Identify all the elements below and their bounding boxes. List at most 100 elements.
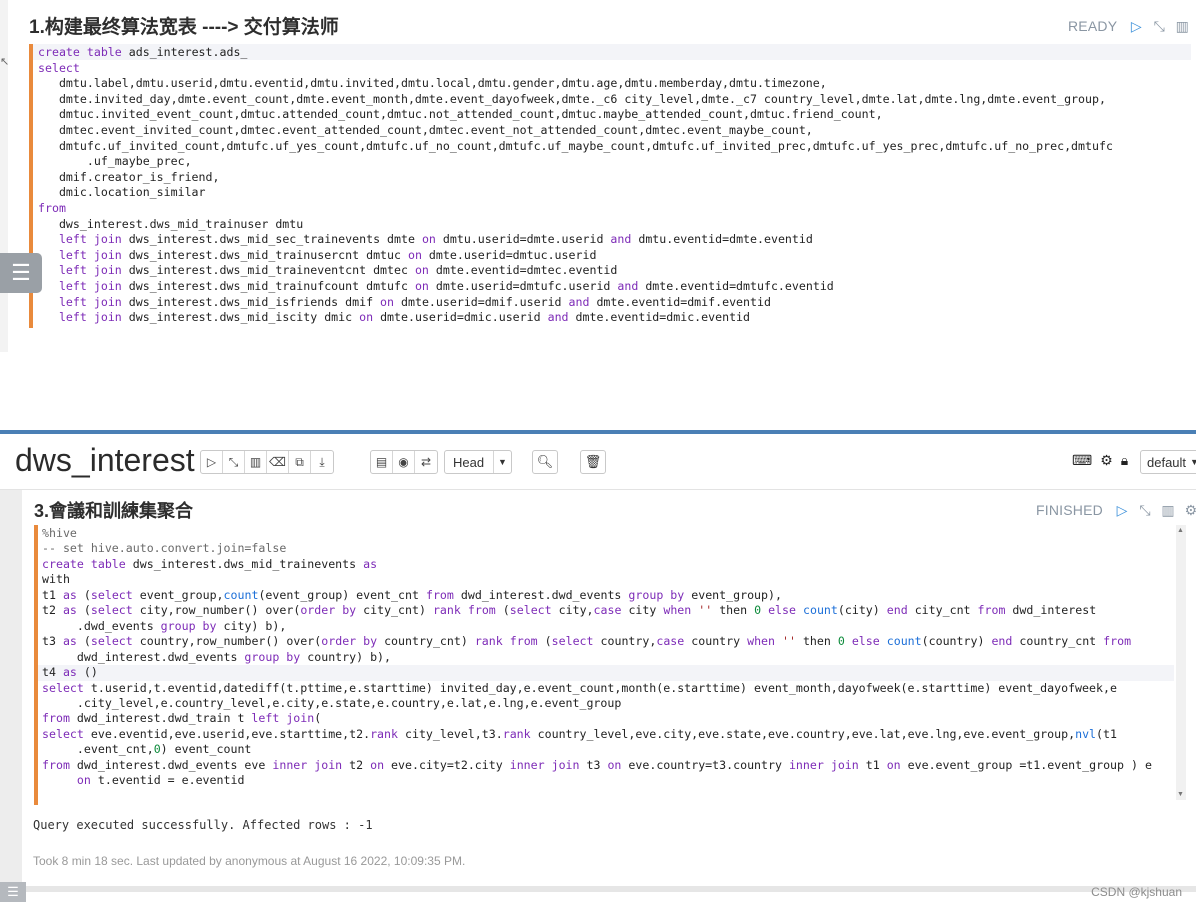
code-token-str: '': [782, 634, 803, 649]
code-token-fn: nvl: [1075, 726, 1097, 741]
interpreter-mode-select[interactable]: default ▼: [1140, 450, 1196, 474]
code-token-kw: case: [593, 603, 629, 618]
notebook-icon[interactable]: ▤: [371, 451, 393, 473]
code-token-kw: from: [425, 587, 461, 602]
sql-code[interactable]: %hive -- set hive.auto.convert.join=false…: [42, 526, 1152, 789]
code-token: dws_interest.dws_mid_traineventcnt dmtec: [128, 263, 415, 278]
paragraph-training-aggregate: 3.會議和訓練集聚合 FINISHED ▷ ⤡ ▥ ⚙ %hive -- set …: [22, 490, 1196, 892]
code-token-kw: as: [62, 587, 84, 602]
code-line: dmic.location_similar: [38, 185, 1113, 201]
code-token: dws_interest.dws_mid_trainusercnt dmtuc: [128, 247, 408, 262]
trash-icon[interactable]: 🗑︎: [580, 450, 606, 474]
code-token: country,row_number() over(: [139, 634, 322, 649]
code-token-kw: select: [42, 680, 91, 695]
code-token-str: '': [698, 603, 720, 618]
gear-icon[interactable]: ⚙: [1100, 452, 1113, 469]
book-icon[interactable]: ▥: [245, 451, 267, 473]
clone-icon[interactable]: ⧉: [289, 451, 311, 473]
code-token: city_cnt): [363, 603, 433, 618]
code-token-kw: order by: [300, 603, 364, 618]
paragraph-status: READY: [1068, 18, 1118, 34]
code-token-num: 0: [837, 634, 852, 649]
code-token: (: [314, 711, 322, 726]
code-editor[interactable]: %hive -- set hive.auto.convert.join=false…: [34, 525, 1186, 805]
collapse-icon[interactable]: ⤡: [1151, 18, 1167, 34]
execution-info: Took 8 min 18 sec. Last updated by anony…: [33, 854, 466, 868]
code-line: select eve.eventid,eve.userid,eve.startt…: [42, 727, 1152, 742]
gear-icon[interactable]: ⚙: [1183, 502, 1196, 518]
code-token-kw: on: [421, 232, 443, 247]
code-token-kw: group by: [244, 649, 308, 664]
version-toolbar: ▤ ◉ ⇄: [370, 450, 438, 474]
head-revision-select[interactable]: Head ▼: [444, 450, 512, 474]
play-icon[interactable]: ▷: [1114, 502, 1130, 518]
sql-code[interactable]: create table ads_interest.ads_ select dmt…: [38, 45, 1113, 326]
code-token: .city_level,e.country_level,e.city,e.sta…: [42, 695, 622, 710]
notebook-title[interactable]: dws_interest: [15, 442, 195, 479]
code-token-kw: when: [747, 634, 782, 649]
code-token-kw: rank: [370, 726, 405, 741]
code-token: (: [83, 587, 91, 602]
code-token-kw: inner join: [272, 757, 350, 772]
paragraph-status: FINISHED: [1036, 502, 1103, 518]
left-gutter: [0, 0, 8, 352]
code-token: then: [719, 603, 755, 618]
paragraph-title: 1.构建最终算法宽表 ----> 交付算法师: [29, 17, 339, 38]
code-token-kw: left join: [58, 232, 129, 247]
code-token: t3: [586, 757, 608, 772]
code-token: country_level,eve.city,eve.state,eve.cou…: [537, 726, 1076, 741]
code-token: dmte.userid=dmtuc.userid: [428, 247, 597, 262]
code-token-kw: case: [656, 634, 692, 649]
keyboard-icon[interactable]: ⌨: [1072, 452, 1092, 469]
code-token: (: [502, 603, 510, 618]
code-token-kw: create table: [42, 556, 133, 571]
code-token: (event_group) event_cnt: [258, 587, 426, 602]
code-token-kw: and: [610, 232, 639, 247]
collapse-icon[interactable]: ⤡: [1137, 502, 1153, 518]
code-token: .event_cnt,: [42, 742, 154, 757]
export-icon[interactable]: ⤓: [311, 451, 333, 473]
code-token-num: 0: [754, 603, 769, 618]
menu-icon[interactable]: ☰: [0, 882, 26, 902]
collapse-icon[interactable]: ⤡: [223, 451, 245, 473]
code-token-kw: and: [547, 310, 576, 325]
code-token: ads_interest.ads_: [128, 45, 248, 59]
play-icon[interactable]: ▷: [201, 451, 223, 473]
menu-icon[interactable]: ☰: [0, 253, 42, 293]
code-token: dmte.userid=dmif.userid: [401, 294, 569, 309]
code-line: left join dws_interest.dws_mid_sec_train…: [38, 232, 1113, 248]
code-token: dwd_interest.dwd_events eve: [76, 757, 273, 772]
circle-icon[interactable]: ◉: [393, 451, 415, 473]
code-token: dmte.userid=dmtufc.userid: [435, 278, 618, 293]
code-token-kw: from: [977, 603, 1013, 618]
scroll-down-icon[interactable]: ▼: [1177, 791, 1184, 798]
chevron-down-icon: ▼: [1190, 457, 1196, 467]
code-editor[interactable]: create table ads_interest.ads_ select dmt…: [29, 44, 1191, 328]
eraser-icon[interactable]: ⌫: [267, 451, 289, 473]
search-icon[interactable]: 🔍︎: [532, 450, 558, 474]
code-token: dmtuc.invited_event_count,dmtuc.attended…: [38, 107, 883, 122]
swap-icon[interactable]: ⇄: [415, 451, 437, 473]
chevron-down-icon: ▼: [493, 451, 511, 473]
lock-icon[interactable]: 🔒︎: [1121, 452, 1128, 469]
code-token: country_cnt: [1019, 634, 1104, 649]
code-line: left join dws_interest.dws_mid_iscity dm…: [38, 310, 1113, 326]
mouse-cursor-icon: ↖: [0, 56, 10, 68]
code-token: eve.event_group =t1.event_group ) e: [907, 757, 1152, 772]
query-result: Query executed successfully. Affected ro…: [33, 818, 373, 832]
book-icon[interactable]: ▥: [1174, 18, 1190, 34]
code-token: t4: [42, 665, 63, 680]
code-line: .dwd_events group by city) b),: [42, 619, 1152, 634]
code-token: dmtu.eventid=dmte.eventid: [638, 232, 813, 247]
code-line: t2 as (select city,row_number() over(ord…: [42, 603, 1152, 618]
code-token: dmte.eventid=dmtufc.eventid: [645, 278, 834, 293]
book-icon[interactable]: ▥: [1160, 502, 1176, 518]
code-token-kw: on: [886, 757, 908, 772]
code-token: t.eventid = e.eventid: [97, 773, 245, 788]
editor-scrollbar[interactable]: ▲ ▼: [1176, 525, 1186, 800]
play-icon[interactable]: ▷: [1128, 18, 1144, 34]
code-line: select t.userid,t.eventid,datediff(t.ptt…: [42, 681, 1152, 696]
code-token-kw: on: [76, 773, 98, 788]
scroll-up-icon[interactable]: ▲: [1177, 527, 1184, 534]
